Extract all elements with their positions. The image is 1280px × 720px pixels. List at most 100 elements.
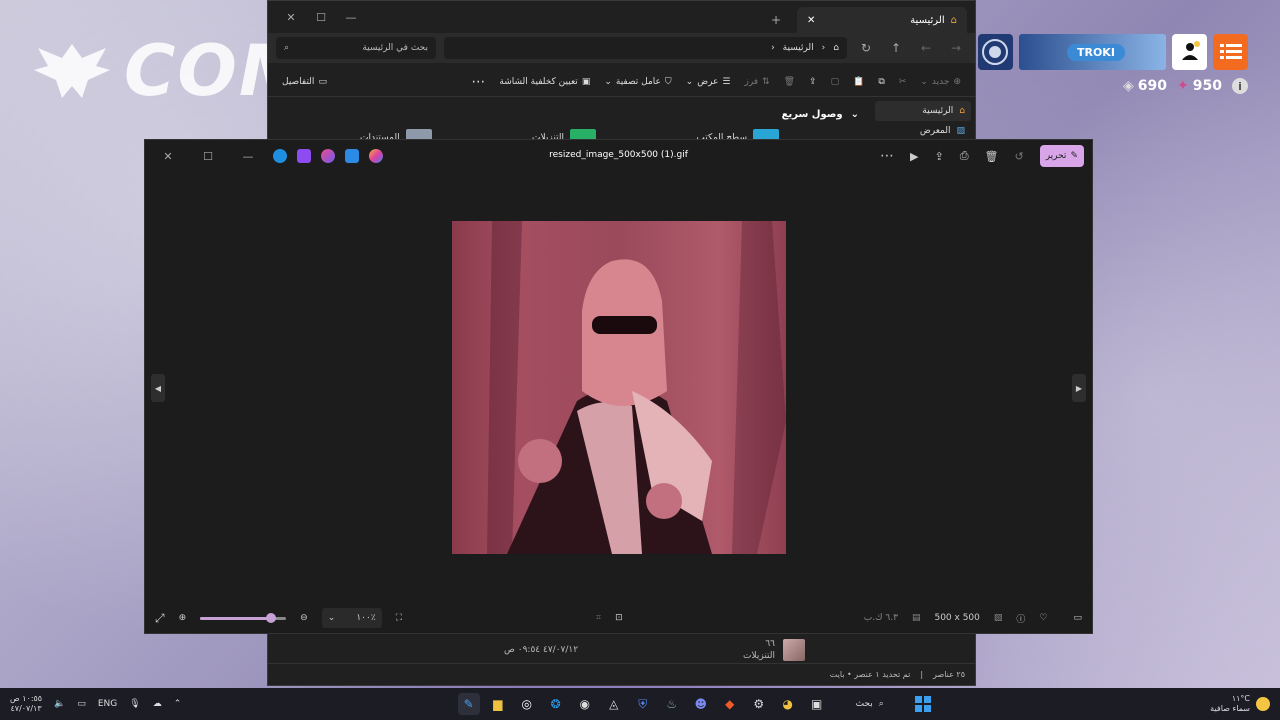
more-options-icon[interactable]: ⋯ [880,148,894,164]
edit-button[interactable]: تحرير ✎ [1039,145,1084,167]
clock[interactable]: ١٠:٥٥ ص ٤٧/٠٧/١٣ [10,694,42,714]
brave-taskbar-icon[interactable]: ◆ [719,693,741,715]
refresh-icon[interactable]: ↻ [855,41,877,55]
cloud-icon[interactable]: ☁ [153,699,162,709]
task-view-taskbar-icon[interactable]: ▣ [806,693,828,715]
info-icon[interactable]: ⓘ [1016,612,1025,625]
filmstrip-icon[interactable]: ▭ [1073,613,1082,623]
steam-taskbar-icon[interactable]: ♨ [661,693,683,715]
language-indicator[interactable]: ENG [98,699,117,709]
show-hidden-icons-chevron-icon[interactable]: ⌃ [174,699,182,709]
overwatch-taskbar-icon[interactable]: ◎ [516,693,538,715]
minimize-icon[interactable]: — [233,145,263,167]
wallpaper-icon: ▣ [581,76,591,87]
address-bar[interactable]: › الرئيسية › ⌂ [444,37,847,59]
player-name: TROKI [1066,43,1125,61]
more-options-icon[interactable]: ⋯ [471,74,485,90]
sort-icon: ⇅ [762,76,770,87]
network-icon[interactable]: ▭ [77,699,86,709]
share-icon[interactable]: ⇪ [934,150,943,163]
delete-icon[interactable]: 🗑 [784,77,795,87]
visual-search-icon[interactable]: ⊡ [615,613,623,623]
copy-icon[interactable]: ⧉ [878,77,884,87]
designer-icon[interactable] [321,149,335,163]
battlenet-taskbar-icon[interactable]: ❂ [545,693,567,715]
close-icon[interactable]: ✕ [153,145,183,167]
home-icon: ⌂ [959,106,965,116]
zoom-level-dropdown[interactable]: ⌄ ١٠٠٪ [321,608,382,628]
zoom-out-icon[interactable]: ⊖ [300,613,308,623]
view-button[interactable]: ⌄ عرض ☰ [686,77,731,87]
plus-circle-icon: ⊕ [953,76,961,87]
sidebar-item-gallery[interactable]: المعرض ▨ [875,121,971,141]
file-row[interactable]: ٤٧/٠٧/١٢ ٠٩:٥٤ ص ٦٦ التنزيلات [268,635,975,665]
previous-image-button[interactable]: ◀ [151,374,165,402]
filter-icon: ⛉ [664,76,672,87]
print-icon[interactable]: ⎙ [960,149,969,163]
paint-taskbar-icon[interactable]: ✎ [457,693,480,715]
rotate-icon[interactable]: ↺ [1014,150,1023,163]
details-button[interactable]: التفاصيل ▭ [282,77,327,87]
menu-icon[interactable] [1213,34,1248,70]
rename-icon[interactable]: ▢ [831,77,840,87]
maximize-icon[interactable]: ☐ [306,6,336,28]
chevron-down-icon: ⌄ [850,108,859,120]
zoom-slider[interactable] [200,612,287,623]
onedrive-icon[interactable] [273,149,287,163]
filter-button[interactable]: ⌄ عامل تصفية ⛉ [604,77,671,87]
tab-home[interactable]: ✕ الرئيسية ⌂ [797,7,967,33]
slideshow-icon[interactable]: ▶ [910,150,918,163]
discord-taskbar-icon[interactable]: ☻ [690,693,712,715]
file-name: ٦٦ [765,639,775,649]
zoom-in-icon[interactable]: ⊕ [179,613,187,623]
chrome-taskbar-icon[interactable]: ◕ [777,693,799,715]
sidebar-item-home[interactable]: الرئيسية ⌂ [875,101,971,121]
zoom-slider-thumb[interactable] [265,612,276,623]
weather-widget[interactable]: ١١°C سماء صافية [1210,694,1270,714]
clipchamp-icon[interactable] [297,149,311,163]
sort-button[interactable]: فرز ⇅ [745,77,770,87]
set-wallpaper-button[interactable]: تعيين كخلفية الشاشة ▣ [499,77,590,87]
next-image-button[interactable]: ▶ [1072,374,1086,402]
home-icon: ⌂ [950,14,957,26]
chevron-down-icon: ⌄ [604,76,612,87]
game-launcher-taskbar-icon[interactable]: ◬ [603,693,625,715]
file-explorer-taskbar-icon[interactable]: ▆ [487,693,509,715]
volume-icon[interactable]: 🔈 [54,699,65,709]
fullscreen-icon[interactable]: ⤢ [155,611,165,626]
copilot-icon[interactable] [369,149,383,163]
fit-to-window-icon[interactable]: ⛶ [396,613,402,623]
paint-icon[interactable] [345,149,359,163]
crop-icon[interactable]: ⌗ [596,613,601,623]
settings-taskbar-icon[interactable]: ⚙ [748,693,770,715]
maximize-icon[interactable]: ☐ [193,145,223,167]
share-icon[interactable]: ⇪ [809,77,817,87]
cut-icon[interactable]: ✂ [899,77,907,87]
up-icon[interactable]: ↑ [885,41,907,55]
microphone-icon[interactable]: 🎙 [129,699,140,709]
gallery-icon: ▨ [956,126,965,136]
quick-access-header[interactable]: وصول سريع ⌄ [280,103,859,125]
back-icon[interactable]: → [945,41,967,55]
minimize-icon[interactable]: — [336,6,366,28]
forward-icon[interactable]: ← [915,41,937,55]
zoom-slider-fill [200,616,271,620]
close-tab-icon[interactable]: ✕ [807,15,815,26]
rank-badge-icon[interactable] [978,34,1013,70]
new-tab-icon[interactable]: + [765,13,787,27]
paste-icon[interactable]: 📋 [853,77,864,87]
close-icon[interactable]: ✕ [276,6,306,28]
social-icon[interactable] [1172,34,1208,70]
favorite-icon[interactable]: ♡ [1039,613,1047,623]
status-bar: تم تحديد ١ عنصر • بايت | ٢٥ عناصر [268,663,975,685]
delete-icon[interactable]: 🗑 [985,150,999,163]
search-input[interactable]: ⌕ بحث في الرئيسية [276,37,436,59]
info-icon[interactable]: i [1232,78,1248,94]
start-button-icon[interactable] [912,693,934,715]
security-taskbar-icon[interactable]: ⛨ [632,693,654,715]
new-button[interactable]: ⌄ جديد ⊕ [920,77,961,87]
recording-app-taskbar-icon[interactable]: ◉ [574,693,596,715]
file-location: التنزيلات [743,651,775,661]
taskbar-search[interactable]: بحث ⌕ [835,693,905,715]
player-banner[interactable]: TROKI [1018,34,1167,70]
